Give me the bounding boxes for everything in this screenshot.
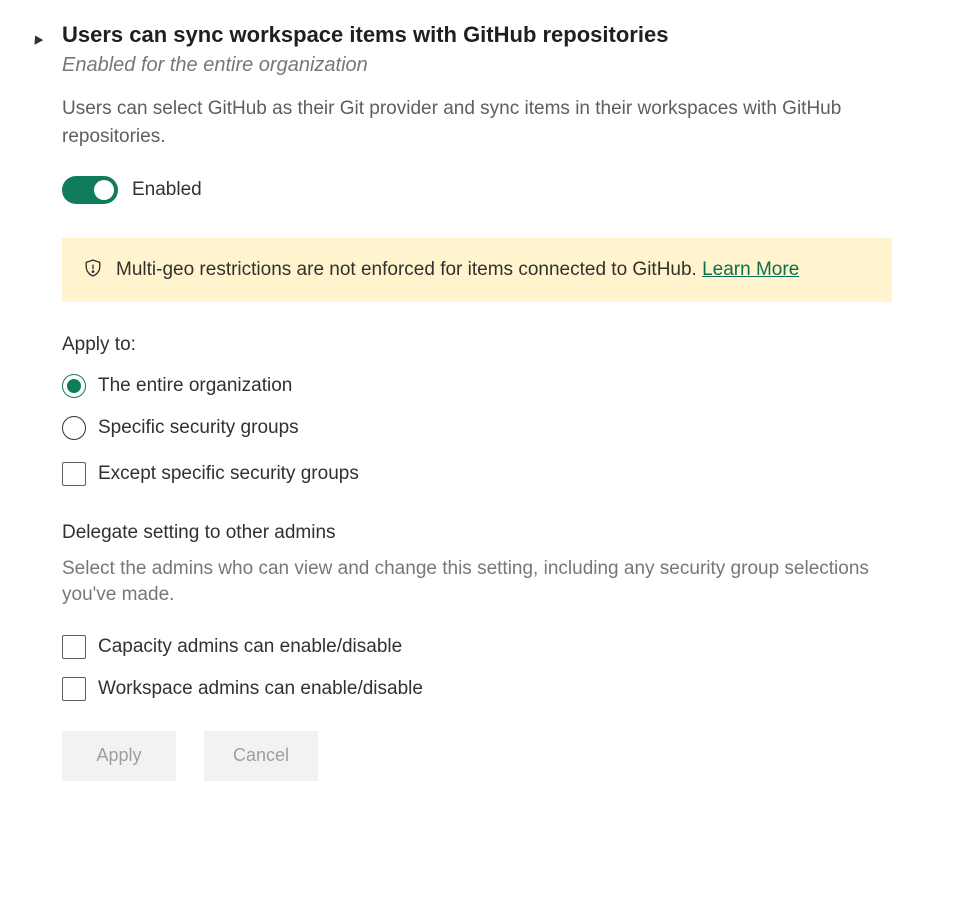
toggle-knob [94,180,114,200]
radio-entire-org[interactable] [62,374,86,398]
checkbox-capacity-admins[interactable] [62,635,86,659]
delegate-heading: Delegate setting to other admins [62,522,926,544]
radio-specific-groups[interactable] [62,416,86,440]
info-banner: Multi-geo restrictions are not enforced … [62,238,892,302]
radio-entire-org-label: The entire organization [98,375,292,397]
apply-to-label: Apply to: [62,334,926,356]
checkbox-workspace-admins[interactable] [62,677,86,701]
setting-title: Users can sync workspace items with GitH… [62,22,926,48]
checkbox-capacity-admins-label: Capacity admins can enable/disable [98,636,402,658]
collapse-icon[interactable] [31,33,44,45]
setting-status: Enabled for the entire organization [62,54,926,77]
setting-description: Users can select GitHub as their Git pro… [62,95,892,150]
shield-icon [84,259,102,277]
learn-more-link[interactable]: Learn More [702,259,799,280]
checkbox-except-groups[interactable] [62,462,86,486]
checkbox-except-groups-label: Except specific security groups [98,463,359,485]
cancel-button[interactable]: Cancel [204,731,318,781]
radio-specific-groups-label: Specific security groups [98,417,299,439]
delegate-description: Select the admins who can view and chang… [62,556,892,609]
enabled-toggle-label: Enabled [132,179,202,201]
enabled-toggle[interactable] [62,176,118,204]
apply-button[interactable]: Apply [62,731,176,781]
banner-text: Multi-geo restrictions are not enforced … [116,259,702,280]
checkbox-workspace-admins-label: Workspace admins can enable/disable [98,678,423,700]
